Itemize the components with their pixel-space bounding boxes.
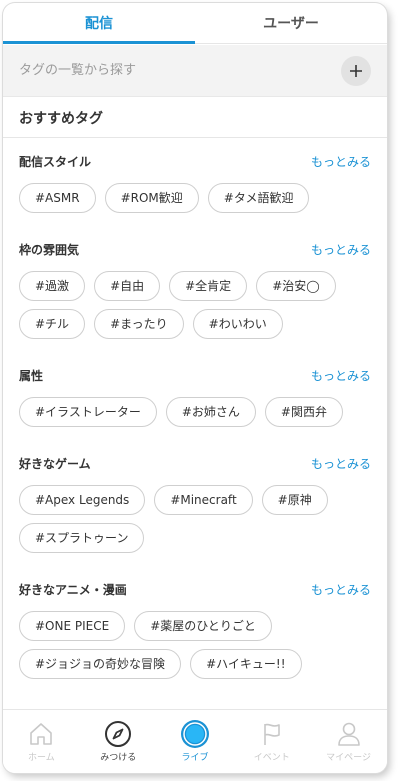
tag-chip-list: #ONE PIECE #薬屋のひとりごと #ジョジョの奇妙な冒険 #ハイキュー!!	[19, 611, 371, 693]
nav-live[interactable]: ライブ	[157, 710, 234, 773]
search-bar	[3, 45, 387, 97]
plus-icon	[350, 64, 362, 77]
tag-chip[interactable]: #ジョジョの奇妙な冒険	[19, 649, 182, 679]
tab-bar: 配信 ユーザー	[3, 3, 387, 44]
tag-chip[interactable]: #ハイキュー!!	[190, 649, 302, 679]
tag-chip-list: #過激 #自由 #全肯定 #治安◯ #チル #まったり #わいわい	[19, 271, 371, 353]
tag-chip[interactable]: #Apex Legends	[19, 485, 146, 515]
see-more-link[interactable]: もっとみる	[311, 241, 371, 258]
tag-chip-list: #ASMR #ROM歓迎 #タメ語歓迎	[19, 183, 371, 227]
tag-category: 好きな音楽 もっとみる	[3, 693, 387, 707]
nav-events[interactable]: イベント	[233, 710, 310, 773]
tag-chip[interactable]: #自由	[94, 271, 161, 301]
nav-mypage-label: マイページ	[326, 753, 371, 763]
tag-category: 枠の雰囲気 もっとみる #過激 #自由 #全肯定 #治安◯ #チル #まったり #わいわい	[3, 227, 387, 353]
tag-chip[interactable]: #まったり	[94, 309, 184, 339]
category-header: 配信スタイル もっとみる	[19, 139, 371, 183]
tag-chip[interactable]: #関西弁	[264, 397, 343, 427]
search-input[interactable]	[19, 63, 341, 78]
tag-chip[interactable]: #お姉さん	[165, 397, 256, 427]
bottom-nav: ホーム みつける ライブ イベント マイページ	[3, 709, 387, 773]
see-more-link[interactable]: もっとみる	[311, 581, 371, 598]
see-more-link[interactable]: もっとみる	[311, 455, 371, 472]
category-header: 好きな音楽 もっとみる	[19, 693, 371, 707]
nav-discover-label: みつける	[100, 753, 137, 763]
compass-icon	[105, 721, 132, 747]
tag-chip[interactable]: #タメ語歓迎	[207, 183, 310, 213]
category-title: 好きなゲーム	[19, 456, 91, 471]
tab-broadcast[interactable]: 配信	[3, 3, 195, 44]
tag-chip[interactable]: #過激	[19, 271, 86, 301]
category-title: 配信スタイル	[19, 154, 92, 169]
tag-category: 配信スタイル もっとみる #ASMR #ROM歓迎 #タメ語歓迎	[3, 139, 387, 227]
home-icon	[30, 723, 53, 745]
tag-category: 好きなゲーム もっとみる #Apex Legends #Minecraft #原神 #スプ…	[3, 441, 387, 567]
tag-chip-list: #イラストレーター #お姉さん #関西弁	[19, 397, 371, 441]
tag-chip[interactable]: #治安◯	[256, 271, 336, 301]
category-header: 好きなゲーム もっとみる	[19, 441, 371, 485]
nav-home-label: ホーム	[28, 753, 55, 763]
nav-live-label: ライブ	[181, 753, 209, 763]
tag-chip[interactable]: #原神	[261, 485, 328, 515]
tag-chip[interactable]: #薬屋のひとりごと	[134, 611, 272, 641]
tag-chip[interactable]: #ASMR	[19, 183, 96, 213]
category-title: 属性	[19, 368, 44, 383]
tag-category: 好きなアニメ・漫画 もっとみる #ONE PIECE #薬屋のひとりごと #ジョジョの奇…	[3, 567, 387, 693]
tag-list: 配信スタイル もっとみる #ASMR #ROM歓迎 #タメ語歓迎 枠の雰囲気 もっとみる #過…	[3, 139, 387, 707]
category-title: 好きなアニメ・漫画	[19, 582, 127, 597]
tag-chip[interactable]: #チル	[19, 309, 86, 339]
nav-discover[interactable]: みつける	[80, 710, 157, 773]
tag-category: 属性 もっとみる #イラストレーター #お姉さん #関西弁	[3, 353, 387, 441]
category-header: 属性 もっとみる	[19, 353, 371, 397]
see-more-link[interactable]: もっとみる	[311, 153, 371, 170]
category-header: 好きなアニメ・漫画 もっとみる	[19, 567, 371, 611]
tag-chip-list: #Apex Legends #Minecraft #原神 #スプラトゥーン	[19, 485, 371, 567]
tag-chip[interactable]: #ROM歓迎	[104, 183, 199, 213]
category-title: 好きな音楽	[19, 707, 79, 708]
tag-chip[interactable]: #ONE PIECE	[19, 611, 126, 641]
category-title: 枠の雰囲気	[19, 242, 80, 257]
flag-icon	[263, 723, 280, 745]
user-icon	[337, 722, 360, 746]
section-title: おすすめタグ	[3, 98, 387, 138]
live-icon	[180, 720, 209, 748]
app-frame: 配信 ユーザー おすすめタグ 配信スタイルもっとみる#ASMR#ROM歓迎#タメ…	[3, 3, 387, 773]
see-more-link[interactable]: もっとみる	[311, 367, 371, 384]
see-more-link[interactable]: もっとみる	[311, 707, 371, 708]
tag-chip[interactable]: #わいわい	[192, 309, 283, 339]
add-tag-button[interactable]	[341, 55, 371, 86]
category-header: 枠の雰囲気 もっとみる	[19, 227, 371, 271]
tab-users[interactable]: ユーザー	[195, 3, 387, 43]
nav-events-label: イベント	[253, 753, 290, 763]
tag-chip[interactable]: #Minecraft	[154, 485, 253, 515]
nav-mypage[interactable]: マイページ	[310, 710, 387, 773]
tag-chip[interactable]: #イラストレーター	[19, 397, 157, 427]
tag-chip[interactable]: #全肯定	[169, 271, 248, 301]
tag-chip[interactable]: #スプラトゥーン	[19, 523, 145, 553]
nav-home[interactable]: ホーム	[3, 710, 80, 773]
